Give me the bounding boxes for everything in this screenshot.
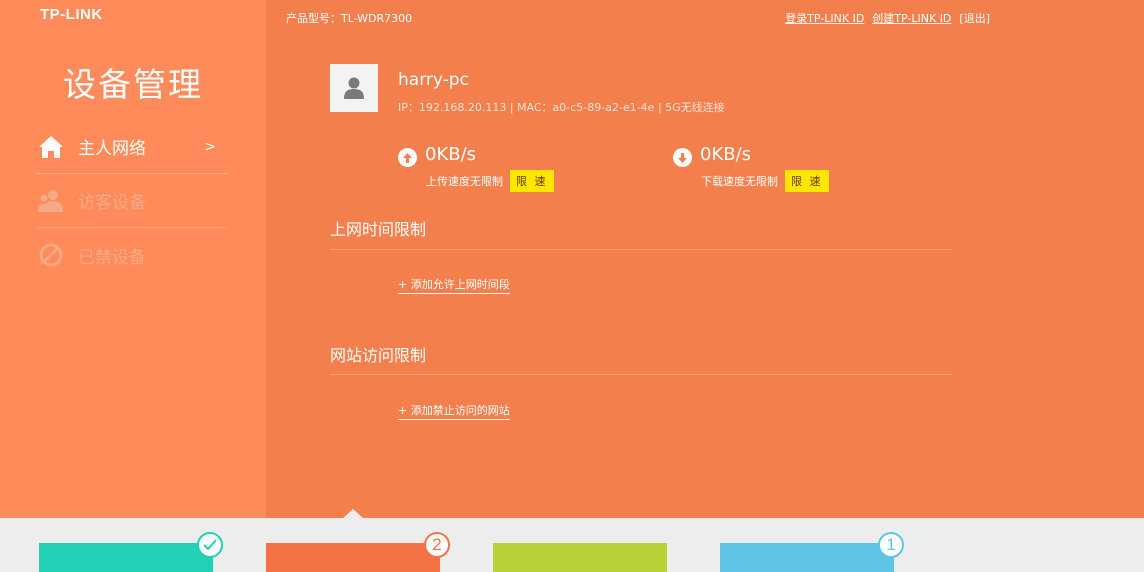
site-limit-title: 网站访问限制 <box>330 346 427 365</box>
download-status: 下载速度无限制 限 速 <box>701 170 829 192</box>
download-limit-button[interactable]: 限 速 <box>785 170 829 192</box>
arrow-down-icon <box>673 148 692 167</box>
count-badge: 1 <box>878 532 904 558</box>
time-limit-title: 上网时间限制 <box>330 220 427 239</box>
add-allowed-time-link[interactable]: + 添加允许上网时间段 <box>398 276 510 294</box>
account-links: 登录TP-LINK ID 创建TP-LINK ID [退出] <box>785 10 990 26</box>
download-status-text: 下载速度无限制 <box>701 175 778 188</box>
sidebar-item-host-network[interactable]: 主人网络 > <box>36 120 228 174</box>
user-avatar-icon <box>330 64 378 112</box>
chevron-right-icon: > <box>204 138 216 155</box>
product-model: 产品型号：TL-WDR7300 <box>286 12 413 25</box>
arrow-up-icon <box>398 148 417 167</box>
create-tplink-id-link[interactable]: 创建TP-LINK ID <box>872 10 951 26</box>
upload-speed-value: 0KB/s <box>425 144 477 165</box>
add-blocked-site-link[interactable]: + 添加禁止访问的网站 <box>398 402 510 420</box>
sidebar-title: 设备管理 <box>63 65 203 104</box>
device-name: harry-pc <box>398 70 469 90</box>
sidebar-item-label: 已禁设备 <box>78 247 146 268</box>
tp-link-logo[interactable]: TP-LINK <box>40 6 103 23</box>
home-icon <box>36 132 66 162</box>
upload-status-text: 上传速度无限制 <box>426 175 503 188</box>
active-indicator <box>342 509 364 519</box>
sidebar-item-label: 主人网络 <box>78 139 146 159</box>
sidebar: TP-LINK 设备管理 主人网络 > 访客设备 已禁设备 <box>0 0 266 518</box>
nav-card-4[interactable] <box>720 543 894 572</box>
login-tplink-id-link[interactable]: 登录TP-LINK ID <box>785 10 864 26</box>
sidebar-item-label: 访客设备 <box>78 193 146 213</box>
download-speed: 0KB/s <box>673 144 751 167</box>
guest-users-icon <box>36 186 66 216</box>
upload-speed: 0KB/s <box>398 144 476 167</box>
divider <box>330 249 952 250</box>
logout-link[interactable]: [退出] <box>959 10 990 26</box>
nav-card-1[interactable] <box>39 543 213 572</box>
sidebar-item-guest-devices[interactable]: 访客设备 <box>36 174 228 228</box>
upload-limit-button[interactable]: 限 速 <box>510 170 554 192</box>
blocked-icon <box>36 240 66 270</box>
upload-status: 上传速度无限制 限 速 <box>426 170 554 192</box>
nav-card-2[interactable] <box>266 543 440 572</box>
check-icon <box>197 532 223 558</box>
sidebar-item-blocked-devices[interactable]: 已禁设备 <box>36 228 228 282</box>
device-info: IP：192.168.20.113 | MAC：a0-c5-89-a2-e1-4… <box>398 101 725 114</box>
nav-card-3[interactable] <box>493 543 667 572</box>
download-speed-value: 0KB/s <box>700 144 752 165</box>
count-badge: 2 <box>424 532 450 558</box>
divider <box>330 374 952 375</box>
